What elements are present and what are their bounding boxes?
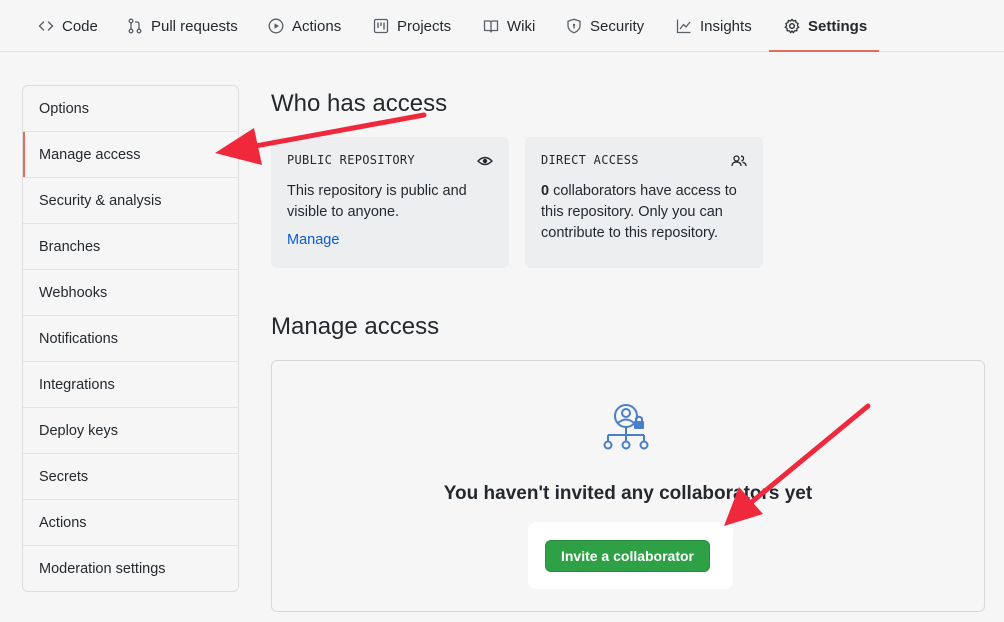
sidebar-item-label: Moderation settings xyxy=(39,561,166,577)
sidebar-item-security-analysis[interactable]: Security & analysis xyxy=(23,178,238,224)
sidebar-item-branches[interactable]: Branches xyxy=(23,224,238,270)
tab-label: Pull requests xyxy=(151,17,238,35)
tab-security[interactable]: Security xyxy=(566,0,644,52)
blankslate-title: You haven't invited any collaborators ye… xyxy=(443,483,813,504)
book-icon xyxy=(483,18,499,34)
repo-nav: Code Pull requests Actions Projects Wiki… xyxy=(0,0,1004,52)
tab-label: Insights xyxy=(700,17,752,35)
tab-label: Projects xyxy=(397,17,452,35)
tab-wiki[interactable]: Wiki xyxy=(483,0,535,52)
sidebar-item-label: Webhooks xyxy=(39,284,108,301)
tab-label: Code xyxy=(62,17,98,35)
tab-label: Wiki xyxy=(507,17,536,35)
active-tab-indicator xyxy=(769,50,879,52)
sidebar-item-moderation-settings[interactable]: Moderation settings xyxy=(23,546,238,591)
gear-icon xyxy=(784,18,800,34)
play-icon xyxy=(268,18,284,34)
sidebar-item-secrets[interactable]: Secrets xyxy=(23,454,238,500)
invite-collaborator-button[interactable]: Invite a collaborator xyxy=(545,540,710,572)
sidebar-item-manage-access[interactable]: Manage access xyxy=(23,132,238,178)
tab-projects[interactable]: Projects xyxy=(373,0,451,52)
sidebar-item-label: Actions xyxy=(39,514,87,531)
tab-insights[interactable]: Insights xyxy=(676,0,752,52)
sidebar-item-label: Notifications xyxy=(39,330,118,347)
settings-sidebar: Options Manage access Security & analysi… xyxy=(22,85,239,592)
tab-pull-requests[interactable]: Pull requests xyxy=(127,0,238,52)
code-icon xyxy=(38,18,54,34)
card-label: PUBLIC REPOSITORY xyxy=(287,153,415,167)
pull-request-icon xyxy=(127,18,143,34)
sidebar-item-label: Integrations xyxy=(39,376,115,393)
manage-visibility-link[interactable]: Manage xyxy=(287,232,339,248)
tab-actions[interactable]: Actions xyxy=(268,0,341,52)
sidebar-item-options[interactable]: Options xyxy=(23,86,238,132)
tab-label: Security xyxy=(590,17,645,35)
graph-icon xyxy=(676,18,692,34)
public-repository-card: PUBLIC REPOSITORY This repository is pub… xyxy=(271,137,509,268)
people-icon xyxy=(731,153,747,169)
sidebar-item-label: Branches xyxy=(39,238,101,255)
project-icon xyxy=(373,18,389,34)
sidebar-item-label: Security & analysis xyxy=(39,192,162,209)
direct-access-card: DIRECT ACCESS 0 collaborators have acces… xyxy=(525,137,763,268)
shield-icon xyxy=(566,18,582,34)
sidebar-item-label: Deploy keys xyxy=(39,422,118,439)
sidebar-item-webhooks[interactable]: Webhooks xyxy=(23,270,238,316)
tab-label: Actions xyxy=(292,17,342,35)
who-has-access-heading: Who has access xyxy=(271,90,448,117)
tab-settings[interactable]: Settings xyxy=(784,0,867,52)
sidebar-item-integrations[interactable]: Integrations xyxy=(23,362,238,408)
card-label: DIRECT ACCESS xyxy=(541,153,639,167)
manage-access-heading: Manage access xyxy=(271,313,440,340)
sidebar-item-label: Secrets xyxy=(39,468,89,485)
collaborator-description: collaborators have access to this reposi… xyxy=(541,183,737,241)
person-lock-icon xyxy=(602,403,656,455)
sidebar-item-label: Manage access xyxy=(39,146,141,163)
tab-label: Settings xyxy=(808,17,868,35)
sidebar-item-deploy-keys[interactable]: Deploy keys xyxy=(23,408,238,454)
tab-code[interactable]: Code xyxy=(38,0,98,52)
card-description: 0 collaborators have access to this repo… xyxy=(541,181,747,244)
sidebar-item-label: Options xyxy=(39,100,89,117)
sidebar-item-notifications[interactable]: Notifications xyxy=(23,316,238,362)
card-description: This repository is public and visible to… xyxy=(287,183,467,220)
eye-icon xyxy=(477,153,493,169)
collaborator-count: 0 xyxy=(541,183,550,199)
sidebar-item-actions[interactable]: Actions xyxy=(23,500,238,546)
